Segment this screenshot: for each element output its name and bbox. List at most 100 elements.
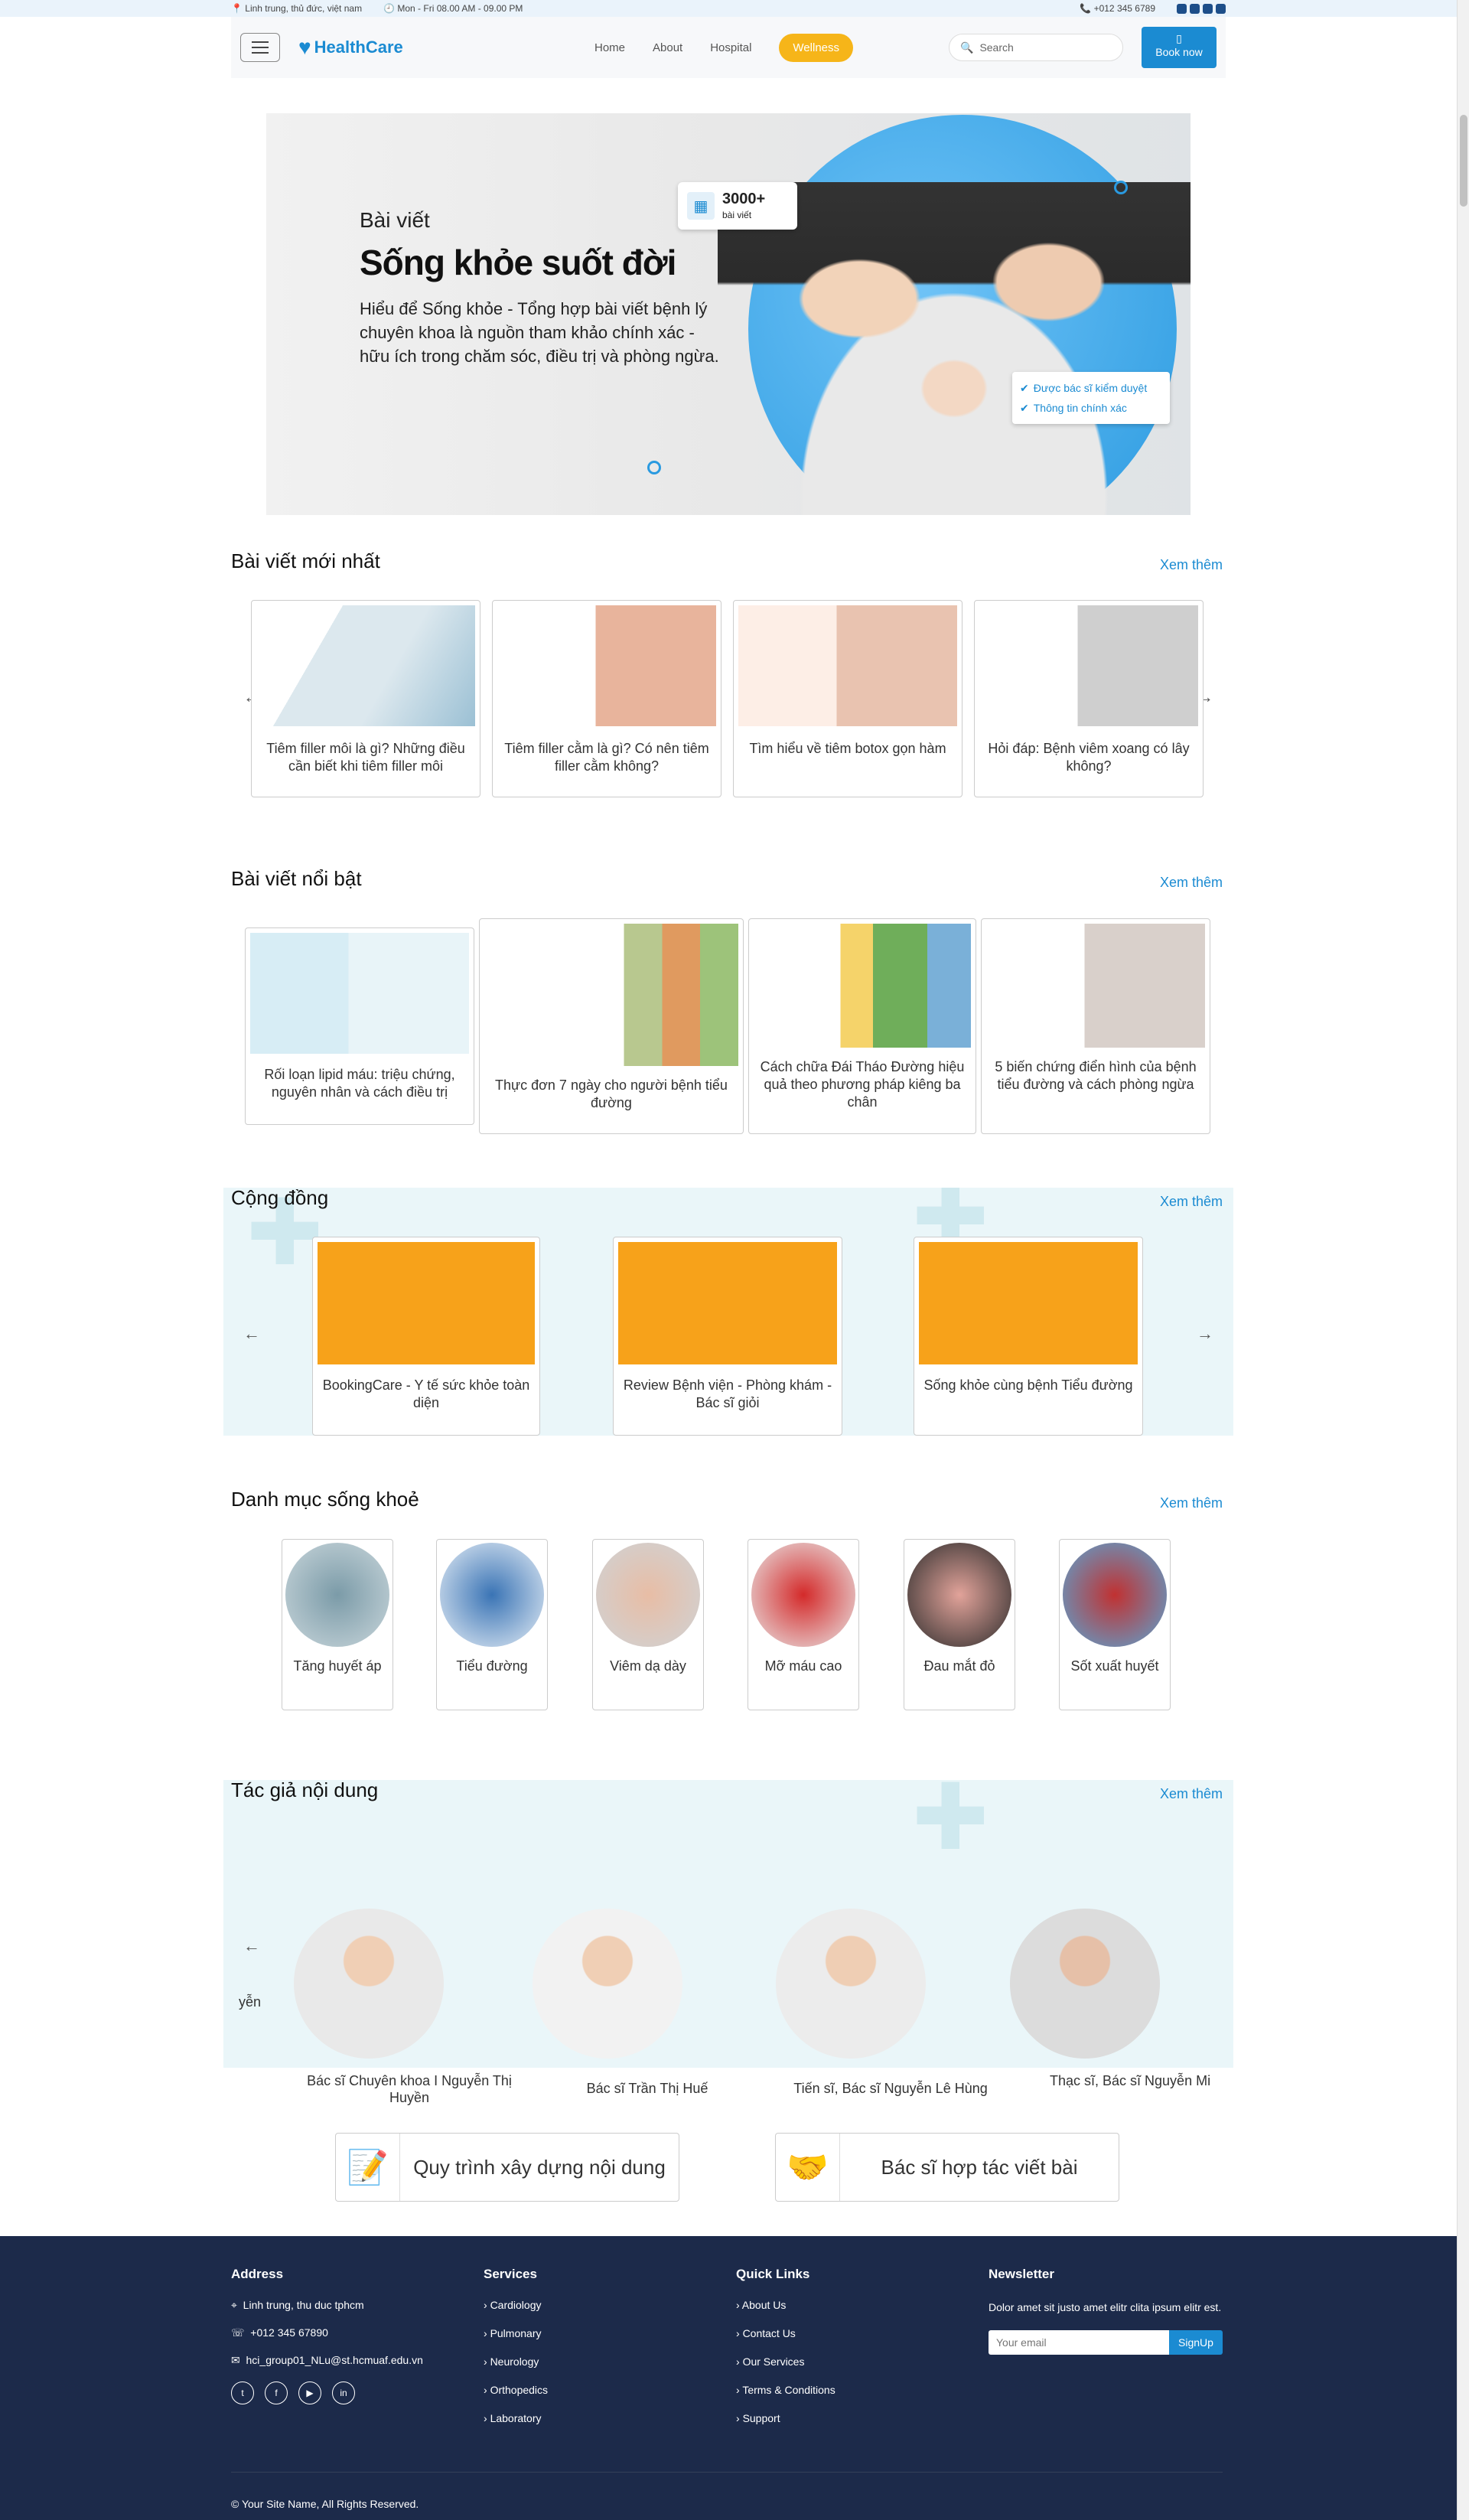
link-label: Orthopedics (490, 2384, 549, 2396)
community-caption: Review Bệnh viện - Phòng khám - Bác sĩ g… (623, 1377, 832, 1410)
category-label: Tiểu đường (456, 1658, 528, 1674)
facebook-icon[interactable]: f (265, 2381, 288, 2404)
featured-image (986, 924, 1205, 1048)
handshake-icon: 🤝 (776, 2134, 840, 2201)
heart-icon: ♥ (298, 35, 311, 59)
category-card[interactable]: Tăng huyết áp (282, 1539, 393, 1710)
community-card[interactable]: Sống khỏe cùng bệnh Tiểu đường (914, 1237, 1143, 1436)
link-label: Our Services (742, 2355, 805, 2368)
categories-more-link[interactable]: Xem thêm (1160, 1495, 1223, 1511)
latest-caption: Tiêm filler cằm là gì? Có nên tiêm fille… (504, 741, 709, 774)
featured-card[interactable]: 5 biến chứng điển hình của bệnh tiểu đườ… (981, 918, 1210, 1134)
featured-card[interactable]: Rối loạn lipid máu: triệu chứng, nguyên … (245, 927, 474, 1125)
featured-image (250, 933, 469, 1054)
copyright: © Your Site Name, All Rights Reserved. (231, 2498, 419, 2510)
cross-decor: ✚ (912, 1780, 989, 1869)
signup-button[interactable]: SignUp (1169, 2330, 1223, 2355)
instagram-icon[interactable] (1216, 3, 1226, 14)
authors-more-link[interactable]: Xem thêm (1160, 1786, 1223, 1802)
author-avatar (294, 1909, 444, 2059)
author-name: Bác sĩ Trần Thị Huế (586, 2081, 708, 2096)
footer-service-link[interactable]: › Orthopedics (484, 2384, 548, 2396)
footer-quick-link[interactable]: › Contact Us (736, 2327, 835, 2339)
next-arrow-icon[interactable]: → (1197, 1324, 1213, 1344)
community-more-link[interactable]: Xem thêm (1160, 1194, 1223, 1210)
phone-text: 📞 +012 345 6789 (1080, 3, 1155, 14)
hours-text: 🕘 Mon - Fri 08.00 AM - 09.00 PM (383, 3, 523, 14)
facebook-icon[interactable] (1177, 3, 1187, 14)
linkedin-icon[interactable]: in (332, 2381, 355, 2404)
category-image (751, 1543, 855, 1647)
nav-hospital[interactable]: Hospital (710, 41, 751, 54)
footer-social: t f ▶ in (231, 2381, 423, 2404)
link-label: Cardiology (490, 2299, 542, 2311)
footer-services: Services › Cardiology › Pulmonary › Neur… (484, 2267, 548, 2440)
footer-quick-link[interactable]: › Terms & Conditions (736, 2384, 835, 2396)
scrollbar-thumb[interactable] (1460, 115, 1467, 207)
book-now-button[interactable]: ▯ Book now (1142, 27, 1217, 68)
latest-card[interactable]: Tìm hiểu về tiêm botox gọn hàm (733, 600, 963, 797)
twitter-icon[interactable] (1190, 3, 1200, 14)
author-avatar (776, 1909, 926, 2059)
category-label: Tăng huyết áp (293, 1658, 382, 1674)
featured-card[interactable]: Cách chữa Đái Tháo Đường hiệu quả theo p… (748, 918, 976, 1134)
doctor-cooperate-button[interactable]: 🤝 Bác sĩ hợp tác viết bài (775, 2133, 1119, 2202)
link-label: Contact Us (742, 2327, 796, 2339)
main-menu: Home About Hospital Wellness (594, 33, 854, 62)
community-card[interactable]: BookingCare - Y tế sức khỏe toàn diện (312, 1237, 540, 1436)
footer-quick-link[interactable]: › Support (736, 2412, 835, 2424)
latest-more-link[interactable]: Xem thêm (1160, 557, 1223, 573)
top-info-bar: 📍 Linh trung, thủ đức, việt nam 🕘 Mon - … (0, 0, 1457, 17)
community-title: Cộng đồng (231, 1186, 329, 1209)
footer-service-link[interactable]: › Pulmonary (484, 2327, 548, 2339)
latest-caption: Tìm hiểu về tiêm botox gọn hàm (749, 741, 946, 756)
featured-caption: Cách chữa Đái Tháo Đường hiệu quả theo p… (760, 1059, 965, 1110)
prev-arrow-icon[interactable]: ← (243, 1324, 260, 1344)
category-image (596, 1543, 700, 1647)
footer-quick-link[interactable]: › Our Services (736, 2355, 835, 2368)
category-card[interactable]: Sốt xuất huyết (1059, 1539, 1171, 1710)
footer-service-link[interactable]: › Neurology (484, 2355, 548, 2368)
nav-wellness[interactable]: Wellness (779, 33, 854, 62)
doctor-cooperate-label: Bác sĩ hợp tác viết bài (881, 2156, 1078, 2179)
page-scrollbar[interactable] (1457, 0, 1469, 2520)
category-label: Mỡ máu cao (764, 1658, 842, 1674)
trust-badge: ✔ Được bác sĩ kiểm duyệt ✔ Thông tin chính… (1012, 372, 1170, 424)
search-input[interactable]: 🔍 Search (949, 34, 1123, 61)
latest-image (497, 605, 716, 726)
footer-quick-link[interactable]: › About Us (736, 2299, 835, 2311)
prev-arrow-icon[interactable]: ← (243, 1936, 260, 1956)
featured-card[interactable]: Thực đơn 7 ngày cho người bệnh tiểu đườn… (479, 918, 744, 1134)
featured-image (754, 924, 971, 1048)
category-card[interactable]: Mỡ máu cao (748, 1539, 859, 1710)
document-pencil-icon: 📝 (336, 2134, 400, 2201)
latest-card[interactable]: Tiêm filler cằm là gì? Có nên tiêm fille… (492, 600, 721, 797)
calendar-icon: ▯ (1176, 32, 1182, 44)
menu-toggle-button[interactable] (240, 33, 280, 62)
latest-card[interactable]: Hỏi đáp: Bệnh viêm xoang có lây không? (974, 600, 1204, 797)
brand-logo[interactable]: ♥ HealthCare (298, 35, 403, 60)
newsletter-email-input[interactable] (989, 2330, 1169, 2355)
hospital-icon: ▦ (687, 192, 715, 220)
linkedin-icon[interactable] (1203, 3, 1213, 14)
decor-ring (1114, 181, 1128, 194)
nav-home[interactable]: Home (594, 41, 625, 54)
footer-address-text: Linh trung, thu duc tphcm (243, 2299, 364, 2311)
category-card[interactable]: Đau mắt đỏ (904, 1539, 1015, 1710)
category-card[interactable]: Viêm dạ dày (592, 1539, 704, 1710)
footer-service-link[interactable]: › Laboratory (484, 2412, 548, 2424)
content-process-button[interactable]: 📝 Quy trình xây dựng nội dung (335, 2133, 679, 2202)
nav-about[interactable]: About (653, 41, 682, 54)
latest-card[interactable]: Tiêm filler môi là gì? Những điều cần bi… (251, 600, 480, 797)
twitter-icon[interactable]: t (231, 2381, 254, 2404)
content-process-label: Quy trình xây dựng nội dung (413, 2156, 666, 2179)
community-caption: BookingCare - Y tế sức khỏe toàn diện (322, 1377, 530, 1410)
featured-more-link[interactable]: Xem thêm (1160, 875, 1223, 891)
footer: Address ⌖ Linh trung, thu duc tphcm ☏ +0… (0, 2236, 1457, 2520)
category-card[interactable]: Tiểu đường (436, 1539, 548, 1710)
youtube-icon[interactable]: ▶ (298, 2381, 321, 2404)
footer-service-link[interactable]: › Cardiology (484, 2299, 548, 2311)
category-image (440, 1543, 544, 1647)
link-label: Terms & Conditions (742, 2384, 835, 2396)
community-card[interactable]: Review Bệnh viện - Phòng khám - Bác sĩ g… (613, 1237, 842, 1436)
